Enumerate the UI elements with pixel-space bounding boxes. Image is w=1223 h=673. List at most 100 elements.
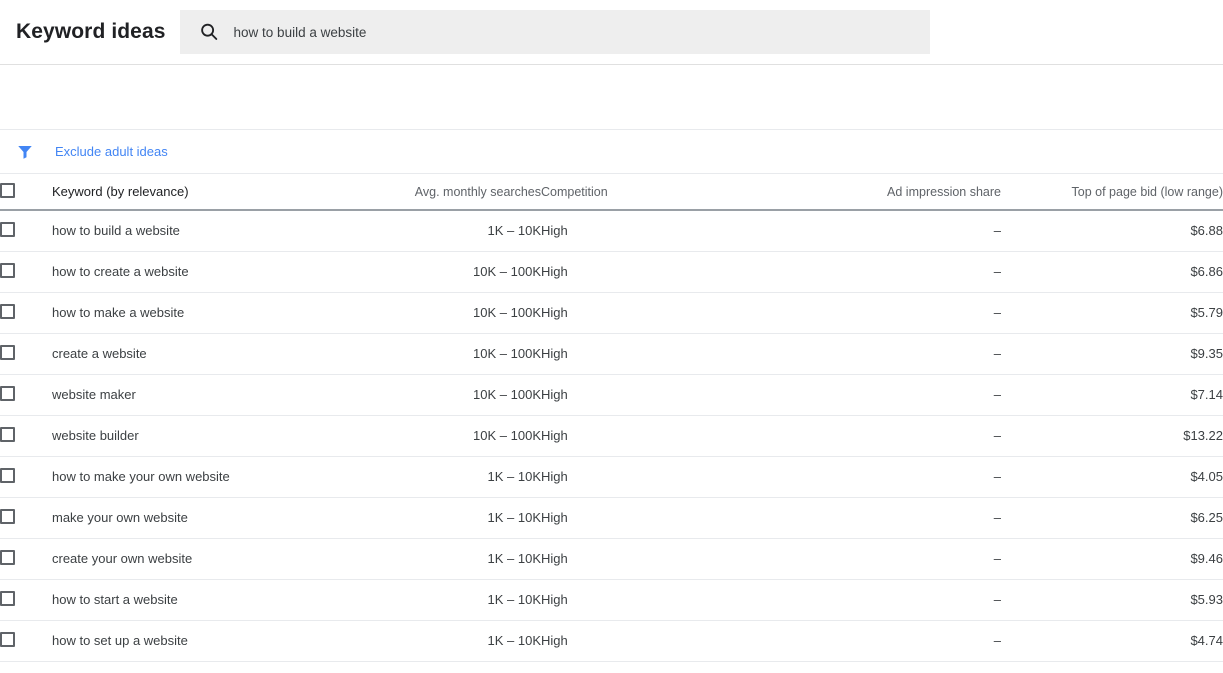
cell-keyword[interactable]: how to make a website (52, 292, 412, 333)
row-checkbox[interactable] (0, 385, 15, 401)
row-checkbox[interactable] (0, 262, 15, 278)
cell-competition: High (541, 223, 568, 239)
filter-bar: Exclude adult ideas (0, 130, 1223, 174)
row-checkbox[interactable] (0, 549, 15, 565)
cell-avg-monthly-searches: 1K – 10K (487, 592, 542, 607)
cell-keyword[interactable]: how to make your own website (52, 456, 412, 497)
row-select-cell (0, 210, 52, 251)
row-select-cell (0, 333, 52, 374)
row-checkbox[interactable] (0, 344, 15, 360)
cell-ad-impression-share: – (993, 551, 1001, 566)
cell-ad-impression-share: – (993, 305, 1001, 320)
table-row[interactable]: website maker 10K – 100K High – $7.14 (0, 374, 1223, 415)
cell-ad-impression-share: – (993, 387, 1001, 402)
table-row[interactable]: how to build a website 1K – 10K High – $6.88 (0, 210, 1223, 251)
cell-keyword[interactable]: create a website (52, 333, 412, 374)
cell-ad-impression-share: – (993, 469, 1001, 484)
cell-avg-monthly-searches: 10K – 100K (473, 387, 541, 402)
page-header: Keyword ideas how to build a website (0, 0, 1223, 65)
column-header-avg-monthly-searches[interactable]: Avg. monthly searches (412, 174, 541, 210)
search-input[interactable]: how to build a website (179, 10, 930, 54)
column-header-top-of-page-bid[interactable]: Top of page bid (low range) (1001, 174, 1223, 210)
toolbar-band (0, 65, 1223, 130)
table-row[interactable]: create your own website 1K – 10K High – $9.4… (0, 538, 1223, 579)
cell-ad-impression-share: – (993, 223, 1001, 239)
cell-keyword[interactable]: website builder (52, 415, 412, 456)
cell-competition: High (541, 469, 568, 484)
cell-top-of-page-bid: $9.46 (1190, 551, 1223, 566)
cell-competition: High (541, 551, 568, 566)
cell-avg-monthly-searches: 1K – 10K (487, 223, 542, 239)
column-header-ad-impression-share[interactable]: Ad impression share (851, 174, 1001, 210)
cell-top-of-page-bid: $6.86 (1190, 264, 1223, 279)
search-input-value[interactable]: how to build a website (220, 25, 367, 40)
search-icon (198, 21, 220, 43)
row-select-cell (0, 579, 52, 620)
table-row[interactable]: how to start a website 1K – 10K High – $5.93 (0, 579, 1223, 620)
row-checkbox[interactable] (0, 426, 15, 442)
cell-avg-monthly-searches: 1K – 10K (487, 633, 542, 648)
cell-competition: High (541, 264, 568, 279)
table-row[interactable]: how to make your own website 1K – 10K High… (0, 456, 1223, 497)
cell-top-of-page-bid: $7.14 (1190, 387, 1223, 402)
table-row[interactable]: how to create a website 10K – 100K High – $6… (0, 251, 1223, 292)
cell-keyword[interactable]: how to create a website (52, 251, 412, 292)
table-body: how to build a website 1K – 10K High – $6.88… (0, 210, 1223, 661)
table-header: Keyword (by relevance) Avg. monthly sear… (0, 174, 1223, 210)
column-header-keyword[interactable]: Keyword (by relevance) (52, 174, 412, 210)
cell-competition: High (541, 346, 568, 361)
cell-top-of-page-bid: $4.05 (1190, 469, 1223, 484)
cell-avg-monthly-searches: 10K – 100K (473, 305, 541, 320)
column-header-competition[interactable]: Competition (541, 174, 851, 210)
row-checkbox[interactable] (0, 590, 15, 606)
cell-keyword[interactable]: website maker (52, 374, 412, 415)
select-all-checkbox[interactable] (0, 182, 15, 198)
row-checkbox[interactable] (0, 508, 15, 524)
row-checkbox[interactable] (0, 467, 15, 483)
row-select-cell (0, 456, 52, 497)
cell-ad-impression-share: – (993, 633, 1001, 648)
table-row[interactable]: make your own website 1K – 10K High – $6.25 (0, 497, 1223, 538)
cell-competition: High (541, 510, 568, 525)
cell-top-of-page-bid: $9.35 (1190, 346, 1223, 361)
cell-top-of-page-bid: $13.22 (1183, 428, 1223, 443)
row-select-cell (0, 251, 52, 292)
table-row[interactable]: create a website 10K – 100K High – $9.35 (0, 333, 1223, 374)
cell-avg-monthly-searches: 10K – 100K (473, 428, 541, 443)
cell-avg-monthly-searches: 10K – 100K (473, 346, 541, 361)
row-select-cell (0, 374, 52, 415)
cell-top-of-page-bid: $5.79 (1190, 305, 1223, 320)
table-row[interactable]: website builder 10K – 100K High – $13.22 (0, 415, 1223, 456)
row-select-cell (0, 620, 52, 661)
cell-avg-monthly-searches: 1K – 10K (487, 469, 542, 484)
cell-keyword[interactable]: make your own website (52, 497, 412, 538)
cell-competition: High (541, 592, 568, 607)
cell-keyword[interactable]: how to start a website (52, 579, 412, 620)
row-select-cell (0, 538, 52, 579)
table-row[interactable]: how to make a website 10K – 100K High – $5.7… (0, 292, 1223, 333)
row-select-cell (0, 415, 52, 456)
cell-keyword[interactable]: how to build a website (52, 210, 412, 251)
select-all-header-cell (0, 174, 52, 210)
cell-competition: High (541, 428, 568, 443)
row-select-cell (0, 292, 52, 333)
cell-competition: High (541, 633, 568, 648)
table-row[interactable]: how to set up a website 1K – 10K High – $4.7… (0, 620, 1223, 661)
cell-ad-impression-share: – (993, 264, 1001, 279)
page-title: Keyword ideas (16, 20, 166, 43)
cell-top-of-page-bid: $5.93 (1190, 592, 1223, 607)
table-header-row: Keyword (by relevance) Avg. monthly sear… (0, 174, 1223, 210)
cell-keyword[interactable]: create your own website (52, 538, 412, 579)
cell-top-of-page-bid: $4.74 (1190, 633, 1223, 648)
exclude-adult-ideas-link[interactable]: Exclude adult ideas (34, 144, 168, 159)
cell-ad-impression-share: – (993, 510, 1001, 525)
keyword-ideas-table: Keyword (by relevance) Avg. monthly sear… (0, 174, 1223, 662)
cell-ad-impression-share: – (993, 346, 1001, 361)
cell-avg-monthly-searches: 1K – 10K (487, 510, 542, 525)
filter-funnel-icon[interactable] (16, 143, 34, 161)
cell-keyword[interactable]: how to set up a website (52, 620, 412, 661)
cell-top-of-page-bid: $6.25 (1190, 510, 1223, 525)
row-checkbox[interactable] (0, 631, 15, 647)
row-checkbox[interactable] (0, 303, 15, 319)
row-checkbox[interactable] (0, 221, 15, 237)
